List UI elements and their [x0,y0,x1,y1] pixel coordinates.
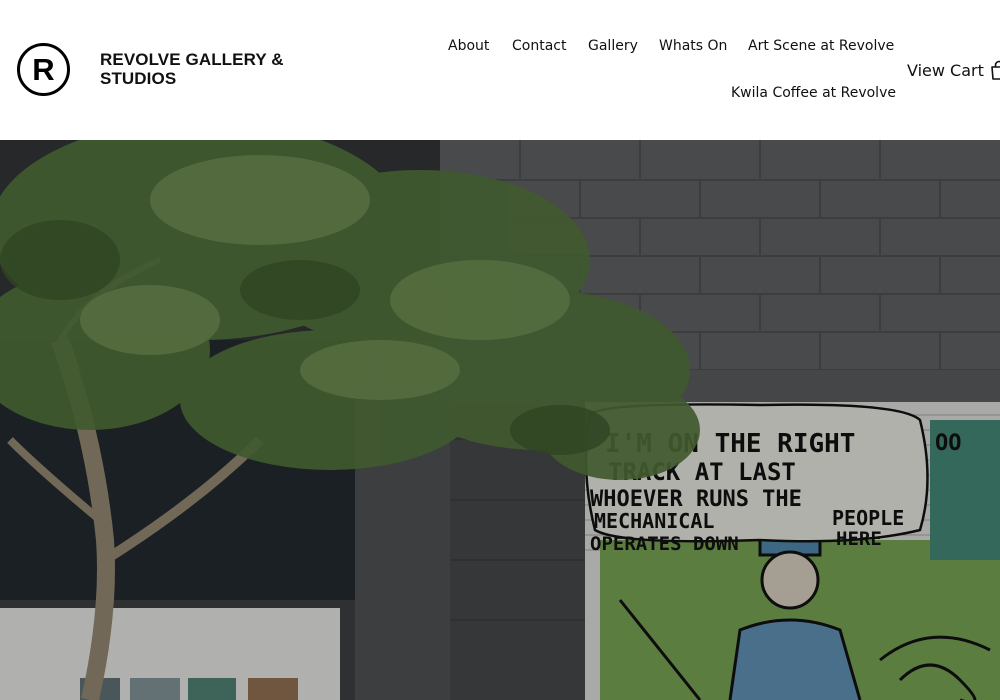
view-cart-button[interactable]: View Cart [907,58,1000,82]
nav-item-about[interactable]: About [448,37,489,55]
view-cart-label: View Cart [907,60,984,80]
hero-image: I'M ON THE RIGHT TRACK AT LAST WHOEVER R… [0,140,1000,700]
site-header: R REVOLVE GALLERY & STUDIOS About Contac… [0,0,1000,140]
site-title[interactable]: REVOLVE GALLERY & STUDIOS [100,50,320,88]
shopping-bag-icon [990,60,1000,80]
nav-item-contact[interactable]: Contact [512,37,566,55]
nav-item-whats-on[interactable]: Whats On [659,37,727,55]
page: R REVOLVE GALLERY & STUDIOS About Contac… [0,0,1000,700]
nav-item-kwila-coffee[interactable]: Kwila Coffee at Revolve [731,84,896,102]
logo-link[interactable]: R [17,43,70,96]
logo-letter: R [32,52,55,87]
nav-item-art-scene[interactable]: Art Scene at Revolve [748,37,894,55]
nav-item-gallery[interactable]: Gallery [588,37,638,55]
